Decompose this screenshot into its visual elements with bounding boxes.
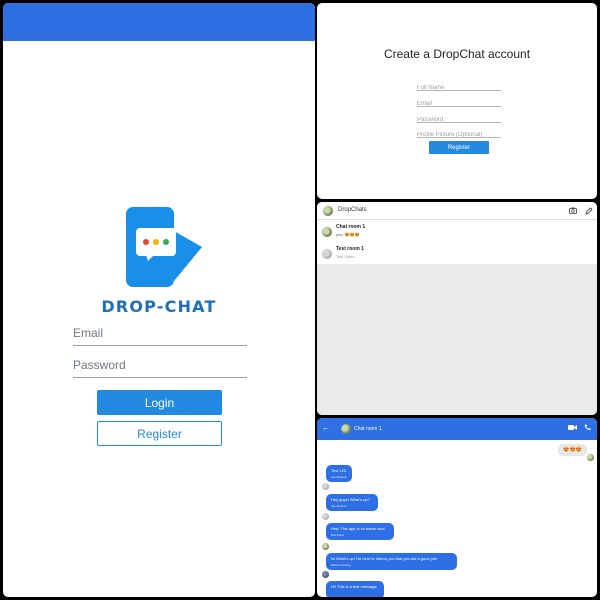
message-text: Hi! This is a test message <box>331 584 377 589</box>
message-bubble: Test 123 Joe Moleoft <box>326 465 352 482</box>
pencil-icon[interactable] <box>585 207 593 215</box>
chat-list-empty-area <box>317 264 597 415</box>
register-submit-button[interactable]: Register <box>429 141 489 154</box>
sender-name: Bart Reid <box>331 533 344 537</box>
profile-picture-field-wrap <box>417 123 501 141</box>
video-call-icon[interactable] <box>568 424 577 431</box>
my-avatar <box>587 454 594 461</box>
page-title: Create a DropChat account <box>383 47 531 61</box>
user-avatar[interactable] <box>323 206 333 216</box>
chat-preview-time: ... <box>355 254 360 259</box>
sender-avatar <box>322 571 329 578</box>
full-name-field-wrap <box>417 76 501 94</box>
sender-avatar <box>322 483 329 490</box>
chat-avatar <box>322 249 332 259</box>
my-message-bubble: 😍😍😍 <box>558 444 587 456</box>
message-text: 😍😍😍 <box>563 447 582 453</box>
password-input[interactable] <box>73 355 247 375</box>
sender-avatar <box>322 543 329 550</box>
chat-name: Chat room 1 <box>336 224 366 230</box>
app-title: DropChats <box>338 207 367 213</box>
room-name: Chat room 1 <box>354 426 382 432</box>
chat-preview: Test Video ... <box>336 254 359 259</box>
profile-picture-input[interactable] <box>417 129 501 141</box>
phone-call-icon[interactable] <box>584 424 591 431</box>
chat-avatar <box>322 227 332 237</box>
chat-preview-text: Test Video <box>336 254 355 259</box>
login-screen: DROP-CHAT Login Register <box>3 3 315 597</box>
message-text: Test 123 <box>331 468 347 473</box>
register-screen: Create a DropChat account Register <box>317 3 597 199</box>
login-button[interactable]: Login <box>97 390 222 415</box>
message-bubble: lol What's up! I'm here to inform you th… <box>326 553 457 570</box>
chat-list-screen: DropChats Chat room 1 you: 😍😍😍 Test room… <box>317 202 597 415</box>
password-field-wrap <box>417 108 501 126</box>
message-bubble: Hey! This app is so damn cool Bart Reid <box>326 523 394 540</box>
message-text: lol What's up! I'm here to inform you th… <box>331 556 438 561</box>
chat-room-header: ← Chat room 1 <box>317 418 597 440</box>
chat-preview-text: 😍😍😍 <box>344 232 360 237</box>
email-field-wrap <box>417 92 501 110</box>
email-input[interactable] <box>73 323 247 343</box>
dropchat-logo-icon <box>126 207 202 287</box>
sender-name: Joe Moleoft <box>331 504 347 508</box>
chat-list-header: DropChats <box>317 202 597 220</box>
message-bubble: Hi! This is a test message <box>326 581 384 597</box>
sender-name: Joe Moleoft <box>331 475 347 479</box>
brand-name: DROP-CHAT <box>101 297 217 316</box>
message-bubble: Hey guys! What's up? Joe Moleoft <box>326 494 378 511</box>
chat-room-screen: ← Chat room 1 😍😍😍 Test 123 Joe Moleoft H… <box>317 418 597 597</box>
sender-avatar <box>322 513 329 520</box>
chat-preview: you: 😍😍😍 <box>336 232 360 237</box>
password-field-wrap <box>73 355 247 378</box>
message-text: Hey guys! What's up? <box>331 497 370 502</box>
top-app-bar <box>3 3 315 41</box>
sender-name: Marco Gorbing <box>331 563 351 567</box>
email-field-wrap <box>73 323 247 346</box>
message-text: Hey! This app is so damn cool <box>331 526 385 531</box>
camera-icon[interactable] <box>569 207 577 214</box>
register-button[interactable]: Register <box>97 421 222 446</box>
room-avatar <box>341 424 351 434</box>
chat-preview-sender: you: <box>336 232 344 237</box>
back-arrow-icon[interactable]: ← <box>322 423 330 432</box>
chat-name: Test room 1 <box>336 246 364 252</box>
chat-list-item[interactable]: Chat room 1 you: 😍😍😍 <box>317 224 597 248</box>
